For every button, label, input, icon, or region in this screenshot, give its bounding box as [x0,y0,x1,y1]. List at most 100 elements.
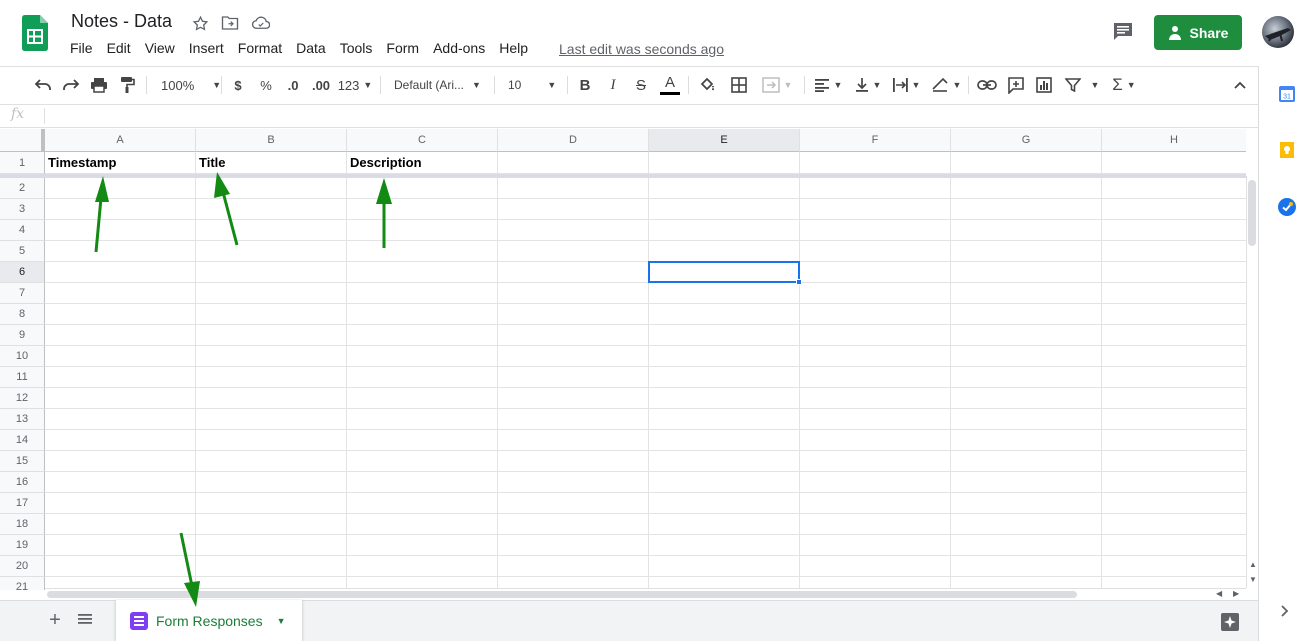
row-header-19[interactable]: 19 [0,535,45,556]
row-header-16[interactable]: 16 [0,472,45,493]
column-header-c[interactable]: C [347,129,498,152]
share-button[interactable]: Share [1154,15,1242,50]
horizontal-align-icon[interactable]: ▼ [812,74,844,96]
cell-a1[interactable]: Timestamp [48,155,116,170]
menu-form[interactable]: Form [386,40,419,56]
row-header-20[interactable]: 20 [0,556,45,577]
functions-button[interactable]: Σ ▼ [1108,74,1140,96]
insert-comment-icon[interactable] [1006,74,1026,96]
scroll-left-arrow[interactable]: ◀ [1216,589,1228,599]
menu-insert[interactable]: Insert [189,40,224,56]
scroll-down-arrow[interactable]: ▼ [1248,575,1258,587]
borders-icon[interactable] [729,74,749,96]
active-cell-selection[interactable] [648,261,800,283]
row-header-21[interactable]: 21 [0,577,45,590]
add-sheet-icon[interactable]: + [46,609,64,631]
insert-link-icon[interactable] [977,74,997,96]
row-header-5[interactable]: 5 [0,241,45,262]
explore-icon[interactable] [1220,612,1240,632]
paint-format-icon[interactable] [117,74,137,96]
row-header-1[interactable]: 1 [0,152,45,174]
menu-format[interactable]: Format [238,40,282,56]
row-header-2[interactable]: 2 [0,178,45,199]
vertical-scroll-thumb[interactable] [1248,180,1256,246]
percent-format-button[interactable]: % [257,74,275,96]
column-header-e[interactable]: E [649,129,800,152]
column-header-h[interactable]: H [1102,129,1246,152]
cell-b1[interactable]: Title [199,155,226,170]
bold-button[interactable]: B [576,74,594,96]
spreadsheet-grid[interactable]: A B C D E F G H 1 2 3 4 5 6 7 8 9 10 11 12 13 14 15 16 17 18 19 20 2… [0,129,1246,590]
frozen-row-divider[interactable] [0,174,1246,178]
scroll-right-arrow[interactable]: ▶ [1233,589,1245,599]
menu-help[interactable]: Help [499,40,528,56]
row-header-11[interactable]: 11 [0,367,45,388]
row-header-7[interactable]: 7 [0,283,45,304]
cell-c1[interactable]: Description [350,155,422,170]
currency-format-button[interactable]: $ [229,74,247,96]
row-header-13[interactable]: 13 [0,409,45,430]
menu-addons[interactable]: Add-ons [433,40,485,56]
column-header-g[interactable]: G [951,129,1102,152]
menu-data[interactable]: Data [296,40,326,56]
cloud-saved-icon[interactable] [252,14,270,32]
menu-tools[interactable]: Tools [340,40,373,56]
move-folder-icon[interactable] [221,14,239,32]
font-size-select[interactable]: 10 ▼ [508,74,560,96]
fill-handle[interactable] [796,279,802,285]
decrease-decimals-button[interactable]: .0 [283,74,303,96]
row-header-12[interactable]: 12 [0,388,45,409]
comment-history-icon[interactable] [1112,22,1134,42]
undo-icon[interactable] [33,74,53,96]
text-color-button[interactable]: A [660,74,680,96]
merge-cells-icon[interactable]: ▼ [758,74,796,96]
chevron-down-icon[interactable]: ▼ [277,616,286,626]
filter-icon[interactable]: ▼ [1062,74,1102,96]
more-formats-select[interactable]: 123 ▼ [338,74,373,96]
sheet-tab-form-responses[interactable]: Form Responses ▼ [116,600,302,641]
formula-bar[interactable] [0,104,1258,128]
row-header-14[interactable]: 14 [0,430,45,451]
vertical-align-icon[interactable]: ▼ [852,74,884,96]
text-wrapping-icon[interactable]: ▼ [890,74,922,96]
collapse-menus-icon[interactable] [1230,74,1250,96]
italic-button[interactable]: I [604,74,622,96]
column-header-d[interactable]: D [498,129,649,152]
insert-chart-icon[interactable] [1034,74,1054,96]
zoom-select[interactable]: 100% ▼ [158,74,221,96]
menu-view[interactable]: View [145,40,175,56]
horizontal-scroll-thumb[interactable] [47,591,1077,598]
avatar[interactable] [1262,16,1294,48]
row-header-9[interactable]: 9 [0,325,45,346]
column-header-f[interactable]: F [800,129,951,152]
row-header-10[interactable]: 10 [0,346,45,367]
row-header-17[interactable]: 17 [0,493,45,514]
strikethrough-button[interactable]: S [632,74,650,96]
row-header-18[interactable]: 18 [0,514,45,535]
all-sheets-icon[interactable] [77,612,95,628]
calendar-icon[interactable]: 31 [1278,85,1296,103]
keep-icon[interactable] [1278,141,1296,159]
menu-edit[interactable]: Edit [107,40,131,56]
row-header-8[interactable]: 8 [0,304,45,325]
redo-icon[interactable] [61,74,81,96]
row-header-4[interactable]: 4 [0,220,45,241]
column-header-b[interactable]: B [196,129,347,152]
scroll-up-arrow[interactable]: ▲ [1248,560,1258,572]
font-family-select[interactable]: Default (Ari... ▼ [394,74,486,96]
star-icon[interactable] [191,14,209,32]
row-header-6[interactable]: 6 [0,262,45,283]
chevron-right-icon[interactable] [1280,604,1294,622]
fill-color-icon[interactable] [698,74,718,96]
select-all-corner[interactable] [0,129,45,152]
sheets-logo[interactable] [22,15,48,51]
tasks-icon[interactable] [1277,197,1297,217]
document-title[interactable]: Notes - Data [71,11,172,32]
last-edit-link[interactable]: Last edit was seconds ago [559,41,724,57]
menu-file[interactable]: File [70,40,93,56]
column-header-a[interactable]: A [45,129,196,152]
text-rotation-icon[interactable]: ▼ [930,74,962,96]
row-header-3[interactable]: 3 [0,199,45,220]
increase-decimals-button[interactable]: .00 [309,74,333,96]
row-header-15[interactable]: 15 [0,451,45,472]
